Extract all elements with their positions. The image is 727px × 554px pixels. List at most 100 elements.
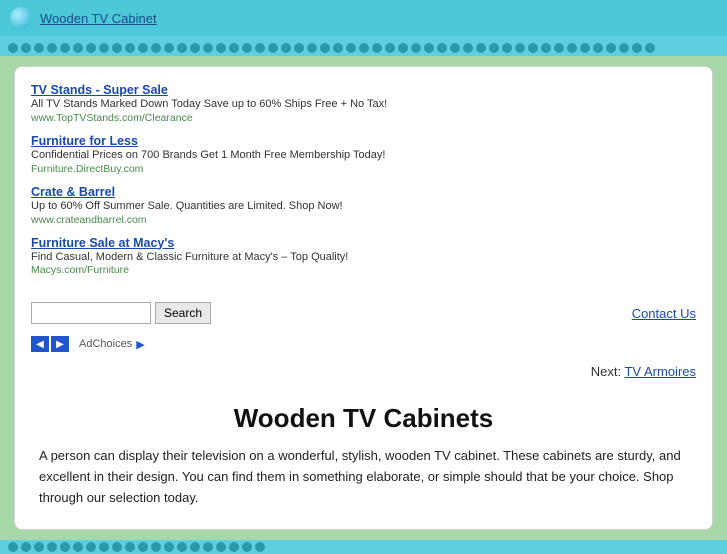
header-area xyxy=(0,36,727,56)
next-row: Next: TV Armoires xyxy=(15,360,712,387)
top-bar-title-link[interactable]: Wooden TV Cabinet xyxy=(40,11,157,26)
next-label: Next: xyxy=(591,364,621,379)
dot xyxy=(593,43,603,53)
dot xyxy=(359,43,369,53)
ad-url-3: Macys.com/Furniture xyxy=(31,264,686,276)
search-contact-row: Search Contact Us xyxy=(15,294,712,332)
dot xyxy=(333,43,343,53)
page-title: Wooden TV Cabinets xyxy=(39,403,688,434)
dot xyxy=(8,542,18,552)
adchoices-icon: ▶ xyxy=(136,338,144,351)
adchoices-label: AdChoices xyxy=(79,338,132,350)
dot xyxy=(476,43,486,53)
dot xyxy=(515,43,525,53)
ad-url-1: Furniture.DirectBuy.com xyxy=(31,163,686,175)
dot xyxy=(281,43,291,53)
dot xyxy=(73,43,83,53)
dot xyxy=(190,542,200,552)
dot xyxy=(554,43,564,53)
dot xyxy=(21,43,31,53)
dot xyxy=(437,43,447,53)
ad-section: TV Stands - Super Sale All TV Stands Mar… xyxy=(15,67,712,294)
dot xyxy=(112,542,122,552)
dot xyxy=(60,43,70,53)
ad-title-3[interactable]: Furniture Sale at Macy's xyxy=(31,236,686,250)
dot xyxy=(125,542,135,552)
dot xyxy=(86,43,96,53)
ad-nav: ◀ ▶ xyxy=(31,336,69,352)
search-input[interactable] xyxy=(31,302,151,324)
body-text: A person can display their television on… xyxy=(39,446,688,508)
ad-item-2: Crate & Barrel Up to 60% Off Summer Sale… xyxy=(31,185,686,226)
dot xyxy=(268,43,278,53)
dot xyxy=(463,43,473,53)
dot xyxy=(112,43,122,53)
dot xyxy=(177,43,187,53)
dot xyxy=(151,542,161,552)
ad-desc-3: Find Casual, Modern & Classic Furniture … xyxy=(31,250,686,265)
dot xyxy=(567,43,577,53)
dot xyxy=(99,542,109,552)
dot xyxy=(47,542,57,552)
dot xyxy=(125,43,135,53)
ad-url-2: www.crateandbarrel.com xyxy=(31,214,686,226)
top-bar-circle-icon xyxy=(10,7,32,29)
dot xyxy=(619,43,629,53)
dot xyxy=(164,43,174,53)
dot xyxy=(138,542,148,552)
dot xyxy=(385,43,395,53)
page-title-section: Wooden TV Cabinets xyxy=(15,387,712,446)
ad-item-0: TV Stands - Super Sale All TV Stands Mar… xyxy=(31,83,686,124)
dot xyxy=(203,542,213,552)
dot xyxy=(502,43,512,53)
dot xyxy=(190,43,200,53)
dot xyxy=(294,43,304,53)
dot xyxy=(99,43,109,53)
ad-title-2[interactable]: Crate & Barrel xyxy=(31,185,686,199)
dot xyxy=(424,43,434,53)
dot xyxy=(34,43,44,53)
dot xyxy=(8,43,18,53)
dot xyxy=(216,43,226,53)
ad-list: TV Stands - Super Sale All TV Stands Mar… xyxy=(31,83,696,286)
main-content: TV Stands - Super Sale All TV Stands Mar… xyxy=(14,66,713,530)
main-wrapper: TV Stands - Super Sale All TV Stands Mar… xyxy=(0,56,727,540)
ad-url-0: www.TopTVStands.com/Clearance xyxy=(31,112,686,124)
contact-us-link[interactable]: Contact Us xyxy=(632,306,696,321)
ad-desc-1: Confidential Prices on 700 Brands Get 1 … xyxy=(31,148,686,163)
dot xyxy=(73,542,83,552)
dot xyxy=(164,542,174,552)
dot xyxy=(177,542,187,552)
ad-item-1: Furniture for Less Confidential Prices o… xyxy=(31,134,686,175)
dot xyxy=(398,43,408,53)
dot xyxy=(255,43,265,53)
dot xyxy=(632,43,642,53)
dot xyxy=(216,542,226,552)
top-bar: Wooden TV Cabinet xyxy=(0,0,727,36)
dot xyxy=(541,43,551,53)
dot xyxy=(242,43,252,53)
dot xyxy=(307,43,317,53)
dots-row-top xyxy=(0,40,727,56)
next-link[interactable]: TV Armoires xyxy=(624,364,696,379)
dot xyxy=(60,542,70,552)
search-button[interactable]: Search xyxy=(155,302,211,324)
dots-row-bottom xyxy=(0,540,727,554)
dot xyxy=(450,43,460,53)
dot xyxy=(203,43,213,53)
ad-next-button[interactable]: ▶ xyxy=(51,336,69,352)
dot xyxy=(606,43,616,53)
dot xyxy=(580,43,590,53)
body-text-section: A person can display their television on… xyxy=(15,446,712,528)
ad-desc-2: Up to 60% Off Summer Sale. Quantities ar… xyxy=(31,199,686,214)
ad-desc-0: All TV Stands Marked Down Today Save up … xyxy=(31,97,686,112)
dot xyxy=(372,43,382,53)
ad-prev-button[interactable]: ◀ xyxy=(31,336,49,352)
dot xyxy=(242,542,252,552)
ad-title-1[interactable]: Furniture for Less xyxy=(31,134,686,148)
dot xyxy=(138,43,148,53)
dot xyxy=(528,43,538,53)
dot xyxy=(645,43,655,53)
dot xyxy=(411,43,421,53)
ad-title-0[interactable]: TV Stands - Super Sale xyxy=(31,83,686,97)
